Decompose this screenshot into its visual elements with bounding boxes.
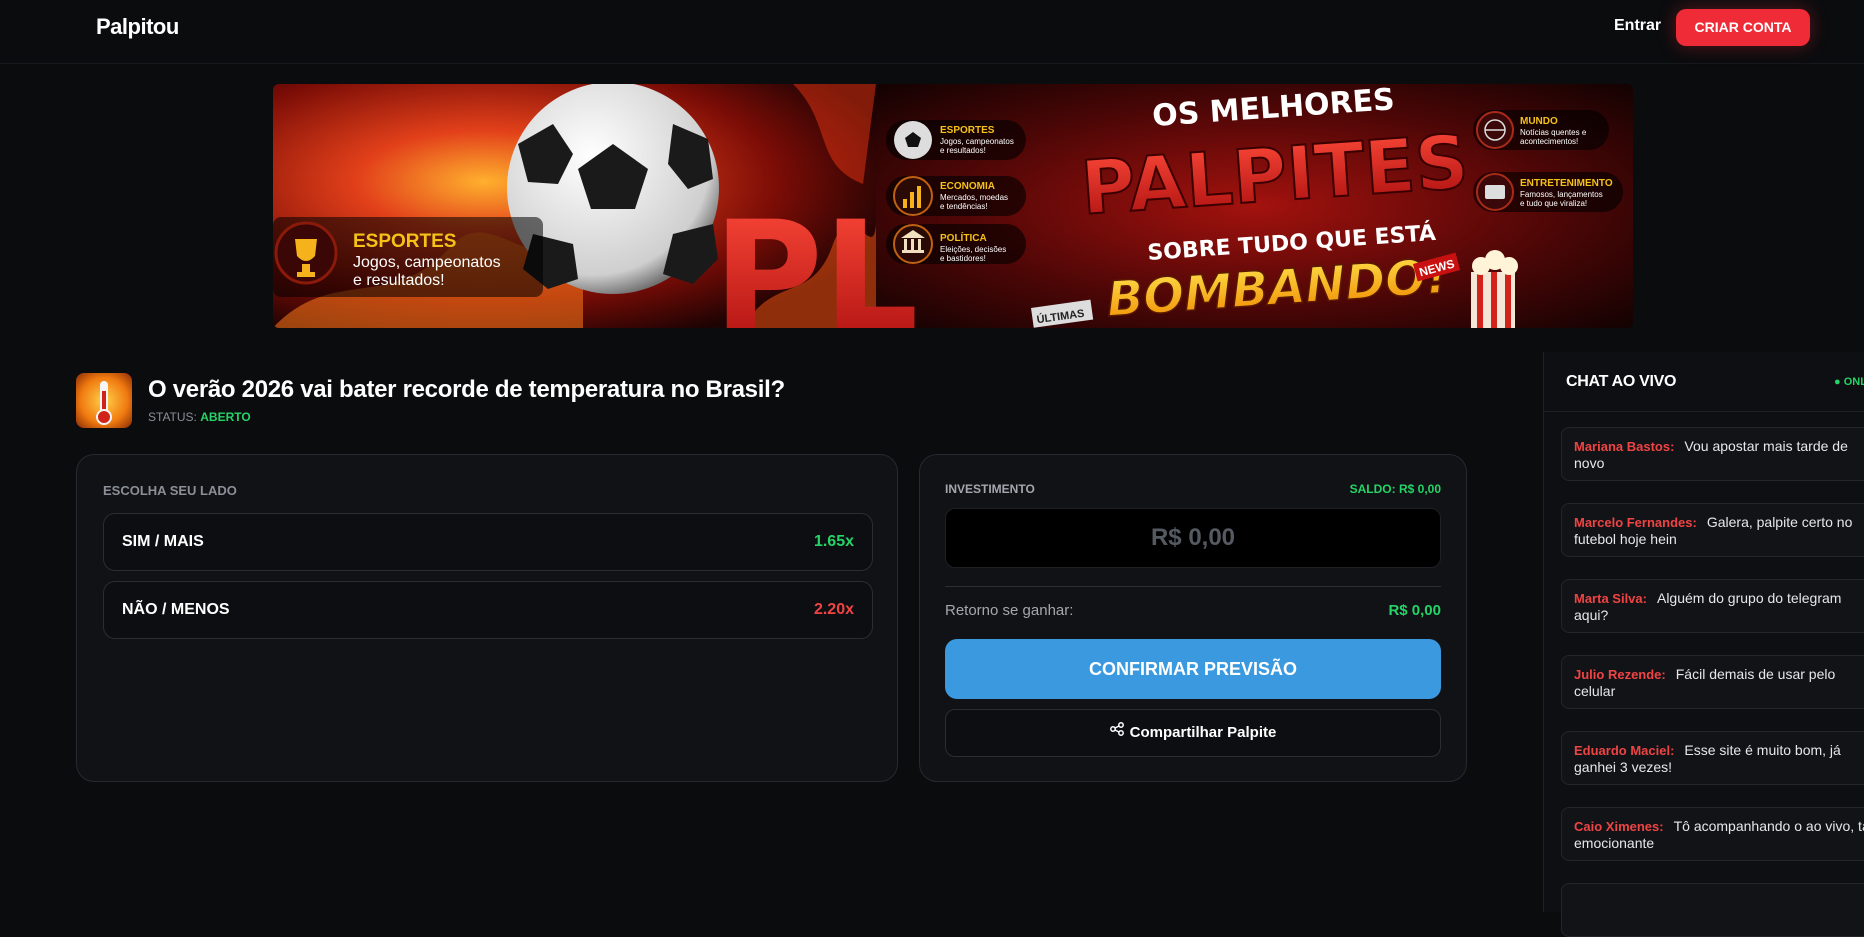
svg-text:POLÍTICA: POLÍTICA xyxy=(940,231,987,244)
svg-text:Mercados, moedas: Mercados, moedas xyxy=(940,193,1008,202)
question-title: O verão 2026 vai bater recorde de temper… xyxy=(148,376,785,403)
chat-message: Marcelo Fernandes: Galera, palpite certo … xyxy=(1561,503,1864,557)
svg-text:ESPORTES: ESPORTES xyxy=(353,231,456,252)
login-link[interactable]: Entrar xyxy=(1614,17,1661,35)
banner-category-politica: POLÍTICA Eleições, decisões e bastidores… xyxy=(886,224,1026,264)
return-value: R$ 0,00 xyxy=(1388,602,1441,619)
svg-text:ECONOMIA: ECONOMIA xyxy=(940,181,995,192)
svg-text:e resultados!: e resultados! xyxy=(940,146,986,155)
banner-category-mundo: MUNDO Notícias quentes e acontecimentos! xyxy=(1473,110,1609,150)
banner-big-letters: PL xyxy=(713,190,919,328)
site-logo[interactable]: Palpitou xyxy=(96,14,179,40)
choose-side-card: ESCOLHA SEU LADO SIM / MAIS 1.65x NÃO / … xyxy=(76,454,898,782)
chat-message: Mariana Bastos: Vou apostar mais tarde de… xyxy=(1561,427,1864,481)
online-indicator: ● ONLINE xyxy=(1834,376,1864,388)
investment-card: INVESTIMENTO SALDO: R$ 0,00 R$ 0,00 Reto… xyxy=(919,454,1467,782)
choose-side-title: ESCOLHA SEU LADO xyxy=(103,483,237,498)
chat-message: Caio Ximenes: Tô acompanhando o ao vivo, … xyxy=(1561,807,1864,861)
chat-username[interactable]: Marcelo Fernandes: xyxy=(1574,515,1697,530)
svg-text:acontecimentos!: acontecimentos! xyxy=(1520,137,1578,146)
live-chat-panel: CHAT AO VIVO ● ONLINE Mariana Bastos:Vou… xyxy=(1543,352,1864,937)
confirm-prediction-button[interactable]: CONFIRMAR PREVISÃO xyxy=(945,639,1441,699)
banner-category-economia: ECONOMIA Mercados, moedas e tendências! xyxy=(886,176,1026,216)
promo-banner[interactable]: PL ESPORTES Jogos, campeonatos e resulta… xyxy=(273,84,1633,328)
svg-text:e tendências!: e tendências! xyxy=(940,202,988,211)
svg-text:Jogos, campeonatos: Jogos, campeonatos xyxy=(940,137,1014,146)
status-badge: ABERTO xyxy=(200,410,251,424)
chat-header: CHAT AO VIVO ● ONLINE xyxy=(1544,352,1864,412)
return-label: Retorno se ganhar: xyxy=(945,602,1074,619)
chat-message: Eduardo Maciel: Esse site é muito bom, já… xyxy=(1561,731,1864,785)
option-yes-button[interactable]: SIM / MAIS 1.65x xyxy=(103,513,873,571)
chat-title: CHAT AO VIVO xyxy=(1566,373,1677,390)
question-status: STATUS: ABERTO xyxy=(148,410,251,424)
banner-category-entretenimento: ENTRETENIMENTO Famosos, lançamentos e tu… xyxy=(1473,172,1623,212)
signup-button[interactable]: CRIAR CONTA xyxy=(1676,9,1810,46)
chat-username[interactable]: Julio Rezende: xyxy=(1574,667,1666,682)
chat-username[interactable]: Caio Ximenes: xyxy=(1574,819,1664,834)
svg-text:e bastidores!: e bastidores! xyxy=(940,254,986,263)
svg-text:Jogos, campeonatos: Jogos, campeonatos xyxy=(353,254,501,271)
share-label: Compartilhar Palpite xyxy=(1129,724,1277,741)
option-odds: 1.65x xyxy=(813,533,854,550)
status-label: STATUS: xyxy=(148,410,197,424)
share-icon xyxy=(1109,709,1124,755)
option-no-button[interactable]: NÃO / MENOS 2.20x xyxy=(103,581,873,639)
top-navigation-bar: Palpitou Entrar CRIAR CONTA xyxy=(0,0,1864,64)
divider xyxy=(945,586,1441,587)
chat-message: Marta Silva: Alguém do grupo do telegram … xyxy=(1561,579,1864,633)
option-label: NÃO / MENOS xyxy=(122,601,230,618)
svg-text:Eleições, decisões: Eleições, decisões xyxy=(940,245,1006,254)
chat-username[interactable]: Marta Silva: xyxy=(1574,591,1647,606)
investment-label: INVESTIMENTO xyxy=(945,482,1035,496)
svg-text:e tudo que viraliza!: e tudo que viraliza! xyxy=(1520,199,1587,208)
amount-input[interactable]: R$ 0,00 xyxy=(945,508,1441,568)
option-odds: 2.20x xyxy=(813,601,854,618)
balance-display: SALDO: R$ 0,00 xyxy=(1349,482,1441,496)
svg-text:MUNDO: MUNDO xyxy=(1520,116,1558,127)
svg-text:Famosos, lançamentos: Famosos, lançamentos xyxy=(1520,190,1603,199)
svg-text:Notícias quentes e: Notícias quentes e xyxy=(1520,128,1587,137)
option-label: SIM / MAIS xyxy=(122,533,204,550)
svg-text:e resultados!: e resultados! xyxy=(353,272,445,289)
chat-username[interactable]: Eduardo Maciel: xyxy=(1574,743,1674,758)
svg-text:ESPORTES: ESPORTES xyxy=(940,125,995,136)
banner-artwork: PL ESPORTES Jogos, campeonatos e resulta… xyxy=(273,84,1633,328)
chat-username[interactable]: Mariana Bastos: xyxy=(1574,439,1674,454)
share-prediction-button[interactable]: Compartilhar Palpite xyxy=(945,709,1441,757)
svg-text:ENTRETENIMENTO: ENTRETENIMENTO xyxy=(1520,178,1613,189)
chat-message xyxy=(1561,883,1864,937)
chat-message: Julio Rezende: Fácil demais de usar pelo … xyxy=(1561,655,1864,709)
banner-category-esportes: ESPORTES Jogos, campeonatos e resultados… xyxy=(886,120,1026,160)
question-thumbnail xyxy=(76,373,132,428)
